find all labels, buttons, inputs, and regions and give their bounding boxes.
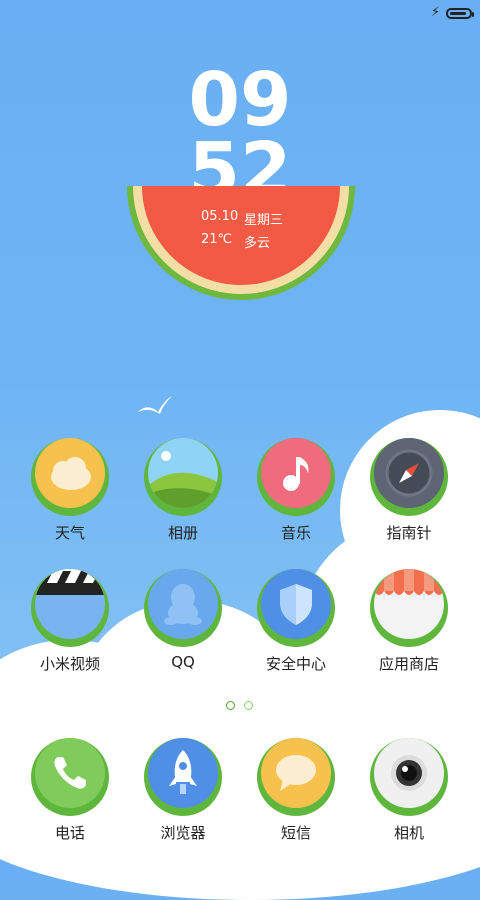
battery-icon: [446, 7, 474, 19]
weather-icon: [35, 438, 105, 508]
camera-icon: [374, 738, 444, 808]
page-indicator: [226, 701, 253, 710]
app-label: QQ: [171, 653, 195, 671]
app-store-icon: [374, 569, 444, 639]
app-weather[interactable]: 天气: [15, 438, 125, 543]
app-qq[interactable]: QQ: [128, 569, 238, 671]
bolt-icon: ⚡: [430, 5, 440, 20]
page-dot[interactable]: [244, 701, 253, 710]
browser-icon: [148, 738, 218, 808]
weather-temp: 21℃: [201, 232, 233, 247]
weather-date: 05.10: [201, 209, 239, 224]
dock-phone[interactable]: 电话: [15, 738, 125, 843]
sms-icon: [261, 738, 331, 808]
app-label: 安全中心: [265, 655, 326, 673]
app-music[interactable]: 音乐: [241, 438, 351, 543]
dock-camera[interactable]: 相机: [354, 738, 464, 843]
app-label: 相机: [393, 824, 424, 842]
app-compass[interactable]: 指南针: [354, 438, 464, 543]
weather-weekday: 星期三: [244, 213, 284, 228]
page-dot[interactable]: [226, 701, 235, 710]
app-label: 电话: [54, 824, 85, 842]
app-label: 指南针: [386, 524, 432, 542]
phone-icon: [35, 738, 105, 808]
bird-icon: [138, 396, 172, 414]
app-video[interactable]: 小米视频: [15, 569, 125, 674]
app-store[interactable]: 应用商店: [354, 569, 464, 674]
app-label: 相册: [167, 524, 198, 542]
app-label: 小米视频: [39, 655, 100, 673]
qq-icon: [148, 569, 218, 639]
status-bar: ⚡: [430, 5, 474, 20]
gallery-icon: [148, 438, 218, 508]
dock-browser[interactable]: 浏览器: [128, 738, 238, 843]
dock-sms[interactable]: 短信: [241, 738, 351, 843]
app-gallery[interactable]: 相册: [128, 438, 238, 543]
security-icon: [261, 569, 331, 639]
app-label: 浏览器: [160, 824, 206, 842]
music-icon: [261, 438, 331, 508]
app-label: 应用商店: [378, 655, 439, 673]
video-icon: [35, 569, 105, 639]
app-label: 短信: [280, 824, 311, 842]
app-label: 音乐: [280, 524, 311, 542]
compass-icon: [374, 438, 444, 508]
weather-widget[interactable]: [127, 186, 355, 300]
app-label: 天气: [54, 524, 85, 542]
weather-condition: 多云: [244, 236, 271, 251]
app-security[interactable]: 安全中心: [241, 569, 351, 674]
